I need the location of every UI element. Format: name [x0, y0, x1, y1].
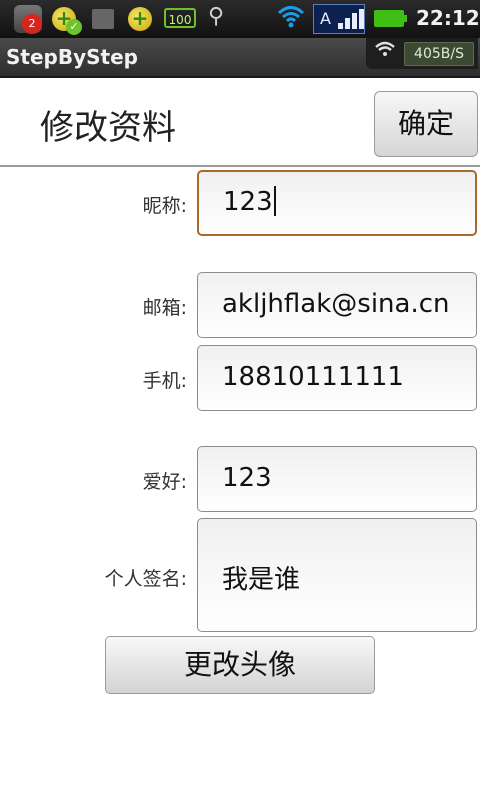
confirm-button[interactable]: 确定	[374, 91, 478, 157]
notification-count-badge: 2	[22, 14, 42, 34]
clover-check-icon: + ✓	[50, 5, 82, 35]
phone-label: 手机:	[142, 370, 187, 392]
clock: 22:12	[416, 6, 480, 30]
nickname-label: 昵称:	[142, 195, 187, 217]
network-speed-widget: 405B/S	[366, 38, 478, 69]
signal-letter: A	[320, 9, 331, 28]
page-title: 修改资料	[40, 108, 176, 148]
battery-icon	[374, 10, 404, 27]
text-caret	[273, 185, 276, 216]
usb-icon: ⚲	[208, 4, 225, 29]
signature-label: 个人签名:	[104, 568, 187, 590]
wifi-icon	[276, 2, 306, 39]
clover-plus-icon: +	[126, 5, 156, 33]
email-input[interactable]: akljhflak@sina.cn	[197, 272, 477, 338]
signature-input[interactable]: 我是谁	[197, 518, 477, 632]
signal-icon: A	[313, 4, 365, 34]
app-title-bar: StepByStep 405B/S	[0, 38, 480, 78]
nickname-value: 123	[223, 187, 273, 217]
phone-value: 18810111111	[222, 362, 404, 392]
email-label: 邮箱:	[142, 297, 187, 319]
signature-value: 我是谁	[222, 565, 301, 595]
wifi-icon	[374, 40, 396, 65]
phone-input[interactable]: 18810111111	[197, 345, 477, 411]
app-title: StepByStep	[6, 45, 138, 69]
leaf-icon	[92, 9, 114, 29]
change-avatar-button[interactable]: 更改头像	[105, 636, 375, 694]
hobby-label: 爱好:	[142, 471, 187, 493]
battery-100-icon: 100	[164, 8, 196, 28]
header-divider	[0, 165, 480, 167]
email-value: akljhflak@sina.cn	[222, 289, 450, 319]
network-speed-text: 405B/S	[404, 42, 474, 66]
nickname-input[interactable]: 123	[197, 170, 477, 236]
hobby-input[interactable]: 123	[197, 446, 477, 512]
status-bar: 2 + ✓ + 100 ⚲ A 22:12	[0, 0, 480, 38]
battery-tip	[404, 15, 407, 22]
hobby-value: 123	[222, 463, 272, 493]
